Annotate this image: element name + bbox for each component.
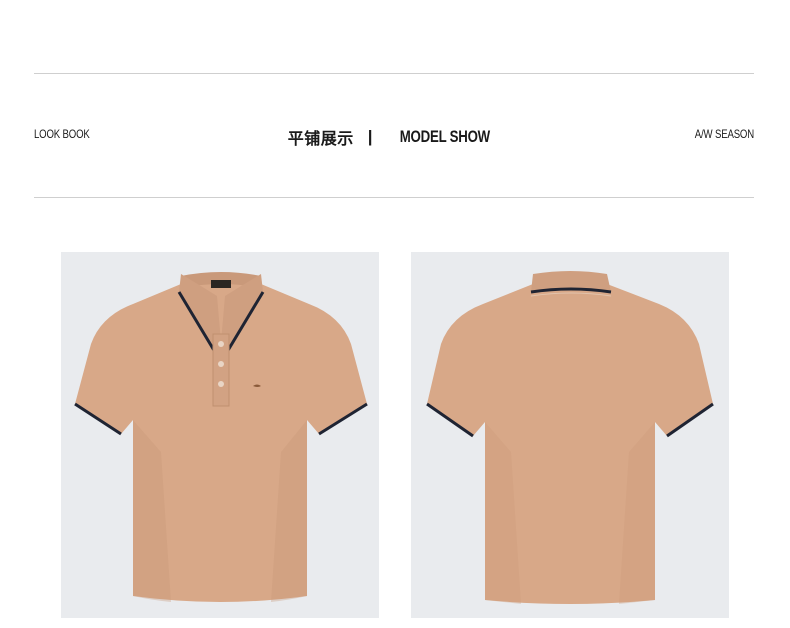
polo-front-illustration <box>74 272 368 602</box>
bottom-divider <box>34 197 754 198</box>
polo-front-photo <box>61 252 379 618</box>
section-title: 平铺展示 | MODEL SHOW <box>0 125 790 149</box>
top-divider <box>34 73 754 74</box>
title-separator: | <box>367 127 373 146</box>
section-title-en: MODEL SHOW <box>399 127 490 146</box>
polo-back-photo <box>411 252 729 618</box>
season-label: A/W SEASON <box>694 127 754 141</box>
polo-back-illustration <box>426 271 714 604</box>
section-title-cn: 平铺展示 <box>287 129 354 148</box>
